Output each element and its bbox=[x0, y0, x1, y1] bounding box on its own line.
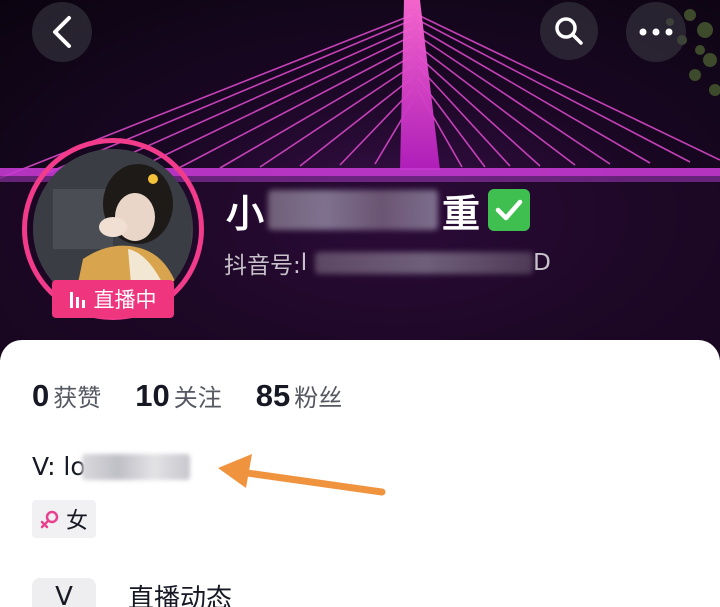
profile-username: 小 重 bbox=[226, 186, 531, 236]
douyin-id-redacted bbox=[315, 252, 534, 274]
stat-following-label: 关注 bbox=[173, 384, 222, 412]
search-button[interactable] bbox=[540, 2, 598, 60]
profile-info-card: 0 获赞 10 关注 85 粉丝 V: lo 女 V 直播动态 bbox=[0, 340, 720, 607]
profile-bio: V: lo bbox=[32, 452, 190, 481]
username-prefix: 小 bbox=[226, 191, 265, 236]
stat-following[interactable]: 10 关注 bbox=[135, 378, 221, 414]
bio-text: V: lo bbox=[32, 452, 86, 481]
username-suffix: 重 bbox=[442, 191, 481, 236]
bio-redacted bbox=[81, 453, 190, 480]
chevron-left-icon bbox=[53, 16, 71, 48]
live-bars-icon bbox=[69, 292, 85, 308]
stat-likes[interactable]: 0 获赞 bbox=[32, 378, 101, 414]
check-badge-icon bbox=[488, 189, 531, 231]
more-options-button[interactable] bbox=[626, 2, 686, 62]
douyin-id-suffix: D bbox=[533, 250, 551, 276]
stat-following-value: 10 bbox=[135, 378, 170, 413]
stat-likes-label: 获赞 bbox=[53, 384, 102, 412]
live-activity-row[interactable]: V 直播动态 bbox=[32, 578, 232, 607]
douyin-id-label: 抖音号: bbox=[224, 253, 301, 279]
stat-likes-value: 0 bbox=[32, 378, 50, 413]
back-button[interactable] bbox=[32, 2, 92, 62]
more-horizontal-icon bbox=[639, 28, 673, 36]
profile-stats: 0 获赞 10 关注 85 粉丝 bbox=[32, 378, 376, 414]
username-redacted bbox=[268, 190, 439, 230]
live-badge-label: 直播中 bbox=[93, 288, 157, 312]
douyin-id-prefix: l bbox=[300, 250, 308, 276]
gender-tag: 女 bbox=[32, 500, 97, 538]
douyin-id[interactable]: 抖音号: l D bbox=[224, 246, 551, 280]
live-status-badge[interactable]: 直播中 bbox=[52, 280, 174, 318]
stat-followers-label: 粉丝 bbox=[294, 384, 343, 412]
search-icon bbox=[555, 17, 583, 45]
stat-followers-value: 85 bbox=[255, 378, 291, 413]
annotation-arrow-icon bbox=[218, 454, 386, 496]
live-activity-icon-text: V bbox=[55, 582, 73, 607]
profile-banner: 直播中 小 重 抖音号: l D bbox=[0, 0, 720, 360]
gender-tag-label: 女 bbox=[66, 509, 89, 534]
live-activity-label: 直播动态 bbox=[128, 584, 233, 607]
live-activity-icon: V bbox=[32, 578, 96, 607]
female-icon bbox=[40, 510, 59, 529]
stat-followers[interactable]: 85 粉丝 bbox=[256, 378, 342, 414]
